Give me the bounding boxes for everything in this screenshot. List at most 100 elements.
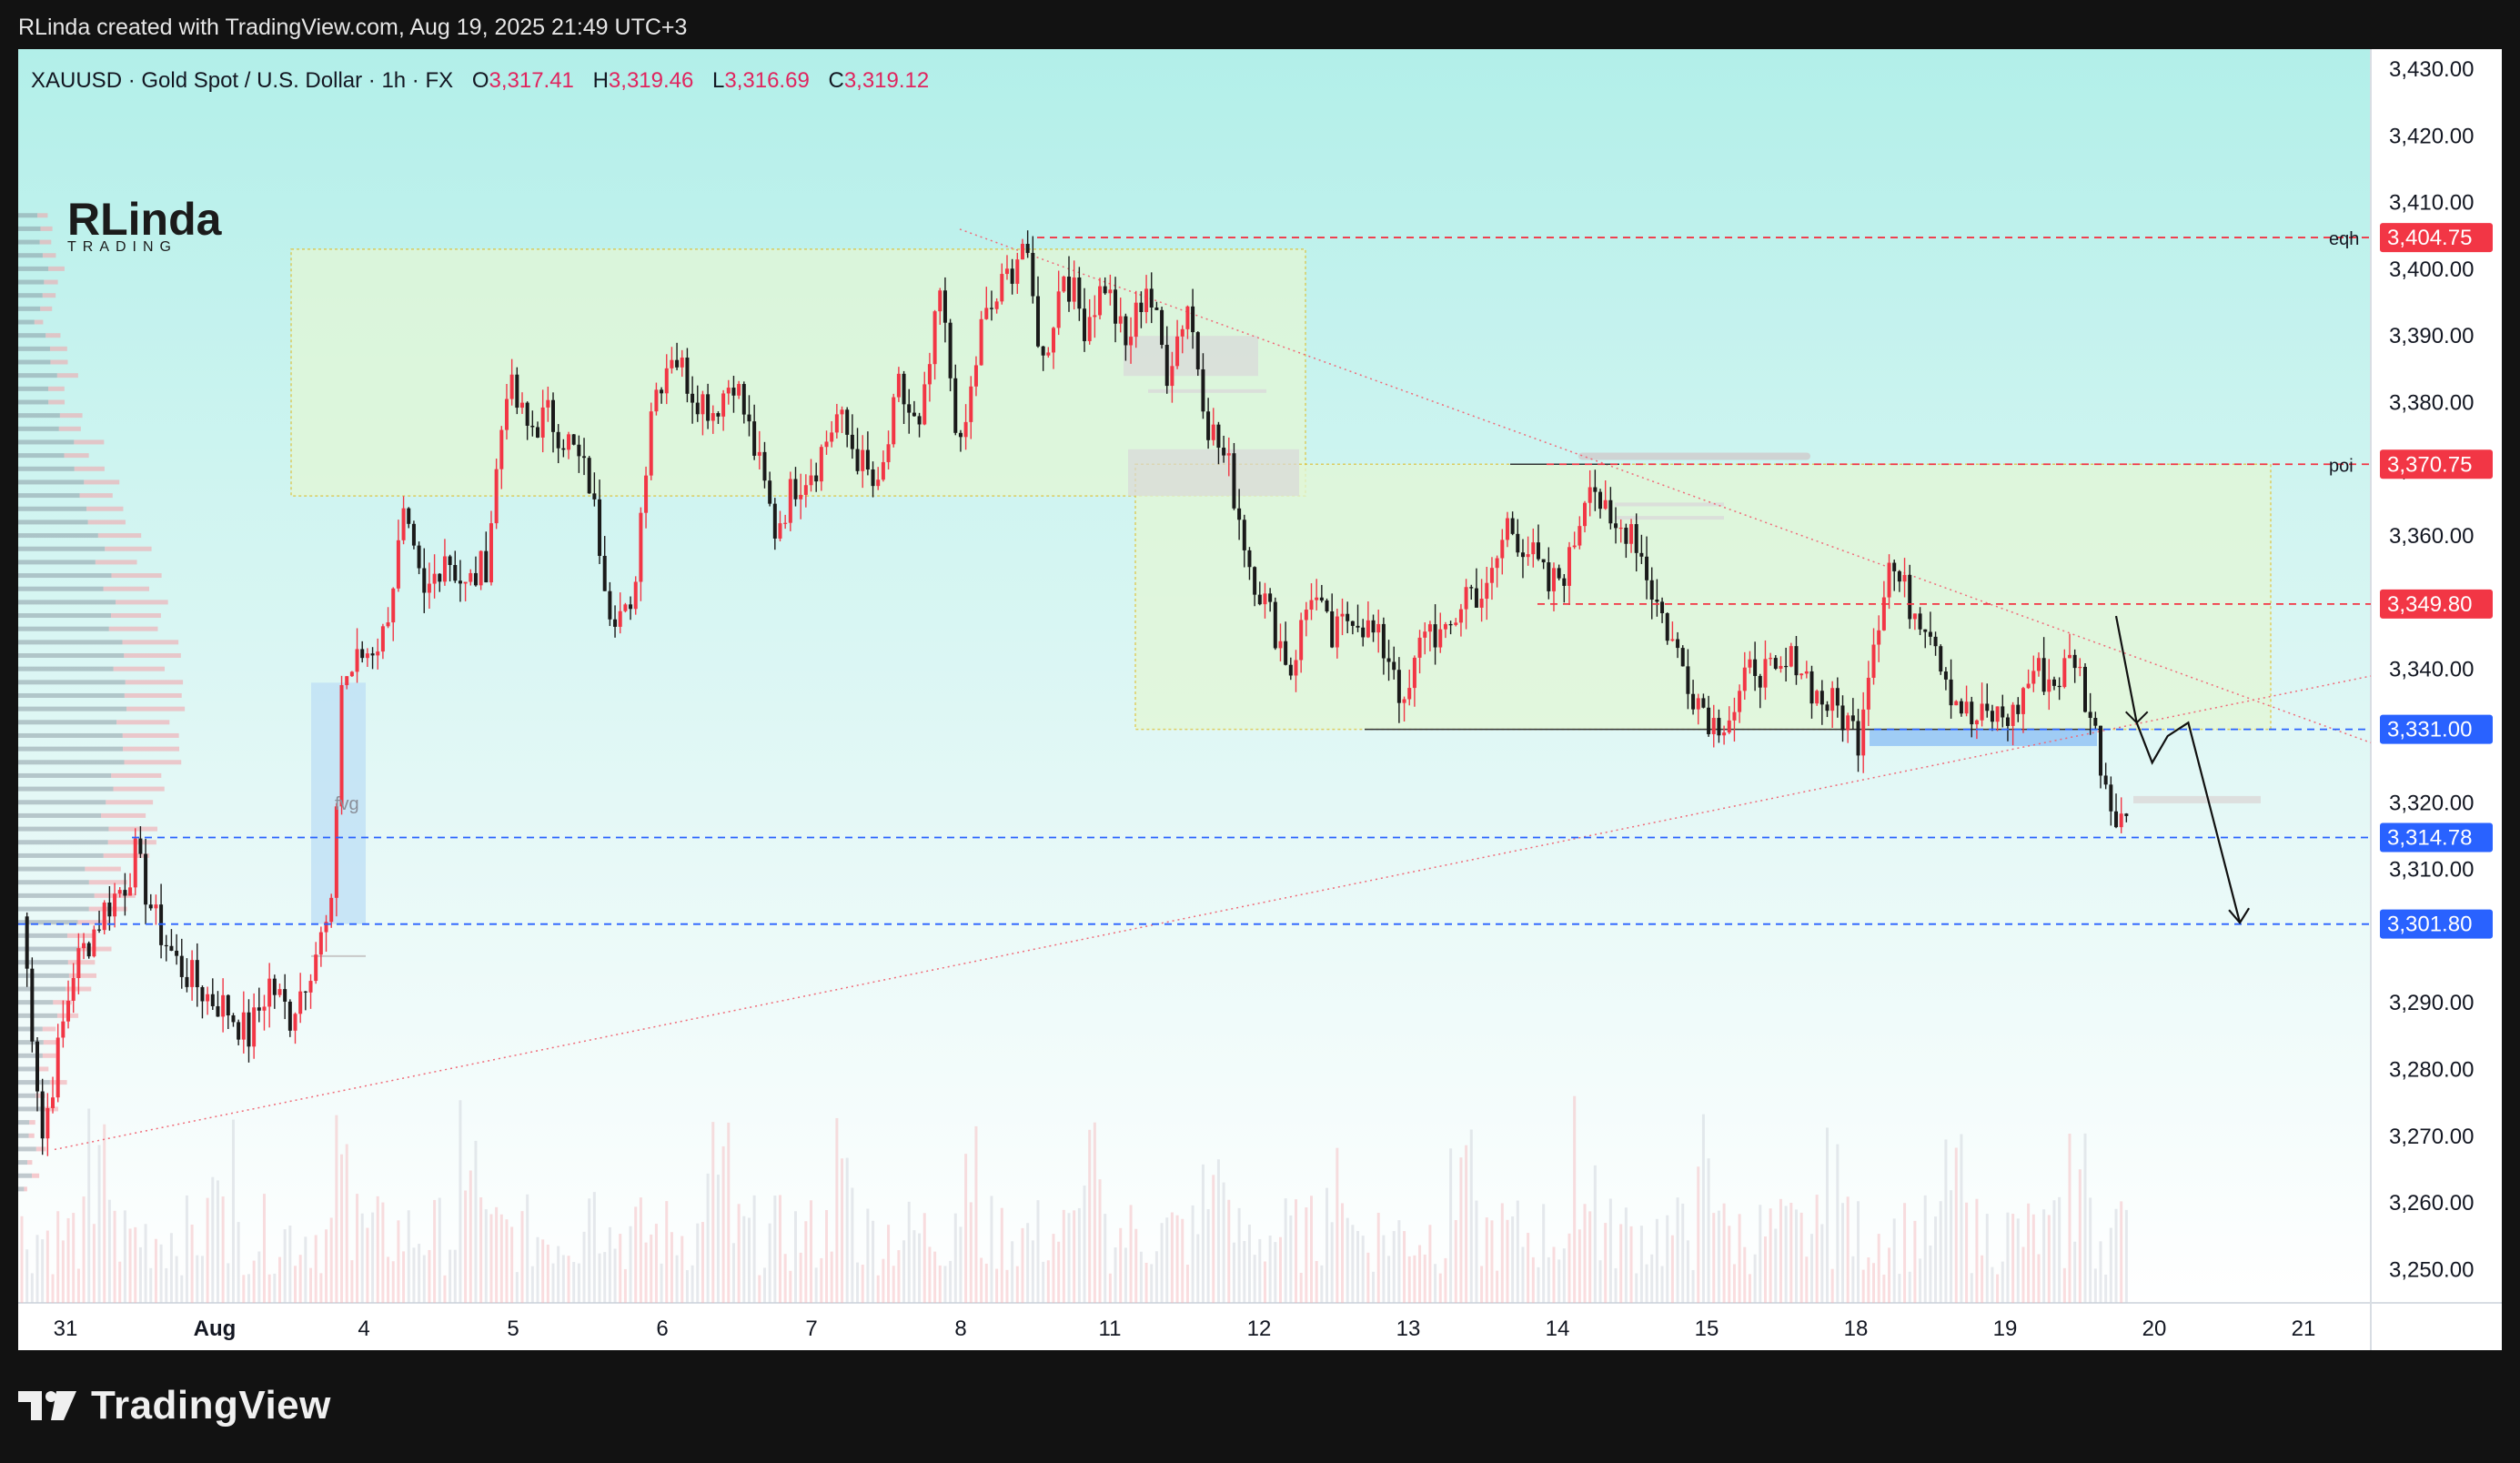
volume-bar (1830, 1268, 1834, 1303)
volume-profile-bar (18, 1106, 45, 1112)
volume-bar (768, 1223, 771, 1303)
level-3314-price-label: 3,314.78 (2387, 826, 2472, 851)
candle-body (881, 461, 885, 480)
volume-profile-bar (48, 399, 66, 405)
volume-profile-bar (74, 439, 105, 445)
volume-bar (990, 1196, 993, 1303)
candle-body (1887, 562, 1891, 598)
candle-body (525, 402, 529, 426)
candle-body (1686, 666, 1690, 694)
candle-body (927, 364, 932, 385)
candle-body (938, 290, 942, 312)
symbol-legend[interactable]: XAUUSD · Gold Spot / U.S. Dollar · 1h · … (31, 68, 929, 93)
volume-profile-bar (18, 772, 112, 778)
candle-body (1722, 732, 1727, 736)
volume-profile-bar (56, 373, 78, 378)
volume-bar (1253, 1255, 1256, 1303)
low-value: 3,316.69 (724, 68, 809, 93)
volume-bar (984, 1263, 988, 1303)
volume-bar (1655, 1218, 1658, 1303)
volume-bar (190, 1224, 194, 1303)
candle-body (1114, 289, 1118, 324)
candle-body (314, 954, 318, 982)
candle-body (1458, 609, 1463, 623)
candle-body (871, 469, 875, 487)
target-block (2133, 795, 2261, 803)
volume-bar (510, 1226, 514, 1303)
volume-bar (1387, 1256, 1391, 1303)
volume-bar (35, 1235, 39, 1303)
volume-profile-bar (18, 373, 57, 378)
volume-bar (45, 1230, 49, 1303)
volume-bar (25, 1249, 29, 1303)
volume-bar (1216, 1159, 1220, 1303)
candle-body (298, 991, 303, 1014)
volume-bar (856, 1262, 860, 1303)
volume-profile-bar (116, 600, 168, 605)
volume-bar (685, 1270, 689, 1303)
volume-bar (72, 1213, 76, 1303)
volume-bar (123, 1210, 126, 1303)
volume-bar (1026, 1223, 1030, 1303)
volume-bar (273, 1273, 277, 1303)
volume-bar (762, 1267, 766, 1303)
volume-bar (360, 1213, 364, 1303)
candle-body (690, 393, 695, 403)
volume-bar (433, 1199, 437, 1303)
candle-body (1943, 671, 1948, 680)
candle-body (1985, 703, 1990, 711)
volume-profile-bar (18, 279, 45, 285)
volume-profile-bar (95, 560, 137, 565)
volume-bar (1645, 1264, 1648, 1303)
volume-profile-bar (18, 520, 88, 525)
volume-bar (773, 1196, 777, 1303)
volume-bar (1480, 1266, 1484, 1303)
tradingview-logo[interactable]: TradingView (18, 1383, 331, 1428)
volume-bar (887, 1225, 891, 1303)
volume-bar (1650, 1254, 1654, 1303)
volume-bar (752, 1195, 756, 1303)
volume-bar (2006, 1212, 2010, 1303)
volume-bar (356, 1194, 359, 1303)
volume-bar (1042, 1261, 1045, 1303)
candle-body (1294, 660, 1298, 676)
volume-profile-bar (110, 613, 161, 619)
volume-bar (861, 1264, 864, 1303)
candle-body (1474, 588, 1478, 608)
candle-body (973, 365, 978, 387)
candle-body (30, 968, 35, 1042)
price-tick-label: 3,320.00 (2389, 791, 2474, 815)
volume-bar (1872, 1263, 1876, 1303)
volume-bar (2047, 1215, 2051, 1303)
candle-body (1809, 671, 1814, 704)
candle-body (1417, 637, 1422, 658)
volume-profile-bar (18, 800, 106, 805)
volume-bar (1851, 1256, 1855, 1303)
volume-bar (675, 1255, 679, 1303)
volume-bar (2078, 1169, 2082, 1303)
candle-body (35, 1041, 40, 1092)
volume-profile-bar (85, 866, 121, 872)
candle-body (958, 432, 963, 438)
volume-profile-bar (18, 986, 66, 992)
volume-profile-bar (18, 506, 87, 511)
candle-body (175, 950, 179, 956)
volume-bar (634, 1206, 638, 1303)
volume-bar (876, 1275, 880, 1303)
blue-block (1870, 729, 2097, 746)
volume-profile-bar (48, 266, 65, 271)
candle-body (2103, 775, 2108, 785)
candle-body (762, 451, 767, 481)
volume-profile-bar (108, 826, 157, 832)
candle-body (1701, 698, 1706, 708)
price-chart[interactable]: eqh poi XAUUSD · Gold Spot / U.S. Dollar … (0, 0, 2520, 1463)
volume-profile-bar (18, 226, 41, 231)
volume-bar (1759, 1205, 1762, 1303)
time-tick-label: 21 (2292, 1317, 2316, 1341)
candle-body (587, 458, 591, 494)
price-tick-label: 3,380.00 (2389, 390, 2474, 415)
candle-body (1093, 315, 1097, 318)
candle-body (1748, 659, 1752, 668)
volume-bar (1820, 1224, 1824, 1303)
volume-bar (608, 1226, 611, 1303)
